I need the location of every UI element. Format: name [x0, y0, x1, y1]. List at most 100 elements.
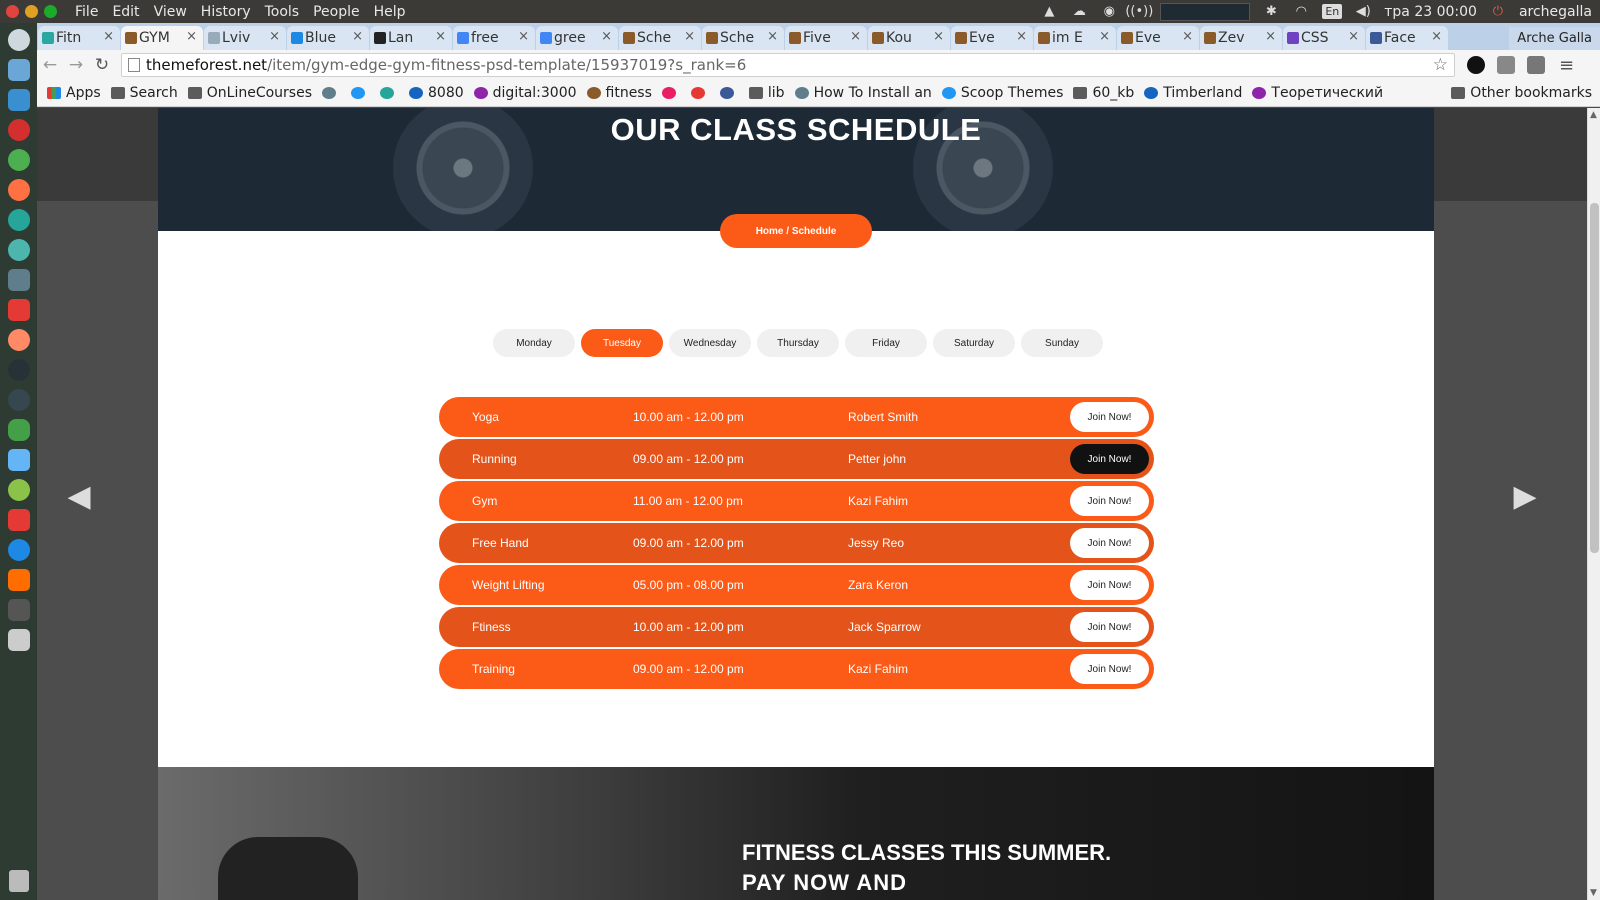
browser-tab[interactable]: Zev ×	[1200, 26, 1282, 50]
browser-tab[interactable]: im E ×	[1034, 26, 1116, 50]
bookmark-star-icon[interactable]: ☆	[1433, 55, 1448, 75]
atom-icon[interactable]	[7, 359, 30, 381]
tab-friday[interactable]: Friday	[845, 329, 927, 357]
tab-sunday[interactable]: Sunday	[1021, 329, 1103, 357]
reload-button[interactable]: ↻	[89, 55, 115, 75]
bookmark-item[interactable]: Search	[110, 85, 178, 101]
volume-icon[interactable]: ◀)	[1354, 4, 1372, 20]
extension-castle-icon[interactable]	[1527, 56, 1545, 74]
bookmark-item[interactable]: fitness	[586, 85, 652, 101]
chrome-launcher-icon[interactable]	[7, 149, 30, 171]
tab-close-icon[interactable]: ×	[1265, 29, 1276, 44]
bookmark-item[interactable]	[380, 87, 399, 99]
scroll-up-icon[interactable]: ▲	[1590, 110, 1597, 120]
cloud-icon[interactable]: ☁	[1070, 4, 1088, 20]
upwork-icon[interactable]	[7, 479, 30, 501]
user-name[interactable]: archegalla	[1519, 4, 1592, 20]
address-bar[interactable]: themeforest.net/item/gym-edge-gym-fitnes…	[121, 53, 1455, 77]
dash-icon[interactable]	[7, 29, 30, 51]
remote-desktop-icon[interactable]	[7, 449, 30, 471]
menu-tools[interactable]: Tools	[265, 4, 300, 20]
other-bookmarks[interactable]: Other bookmarks	[1451, 85, 1600, 101]
files-icon[interactable]	[7, 59, 30, 81]
extension-camera-icon[interactable]	[1497, 56, 1515, 74]
network-icon[interactable]	[7, 269, 30, 291]
chrome-menu-icon[interactable]: ≡	[1559, 55, 1574, 76]
join-now-button[interactable]: Join Now!	[1070, 444, 1149, 474]
browser-app-icon[interactable]	[7, 209, 30, 231]
tab-close-icon[interactable]: ×	[767, 29, 778, 44]
scroll-down-icon[interactable]: ▼	[1590, 888, 1597, 898]
bookmark-item[interactable]: digital:3000	[473, 85, 577, 101]
tab-close-icon[interactable]: ×	[684, 29, 695, 44]
join-now-button[interactable]: Join Now!	[1070, 486, 1149, 516]
browser-tab[interactable]: Eve ×	[1117, 26, 1199, 50]
drive-icon[interactable]: ▲	[1040, 4, 1058, 20]
profile-button[interactable]: Arche Galla	[1509, 27, 1600, 50]
browser-tab[interactable]: Sche ×	[702, 26, 784, 50]
browser-tab[interactable]: Kou ×	[868, 26, 950, 50]
bookmark-item[interactable]: OnLineCourses	[187, 85, 312, 101]
browser-tab[interactable]: Sche ×	[619, 26, 701, 50]
browser-tab[interactable]: CSS ×	[1283, 26, 1365, 50]
bookmark-item[interactable]	[661, 87, 681, 99]
ruby-icon[interactable]	[7, 299, 30, 321]
join-now-button[interactable]: Join Now!	[1070, 654, 1149, 684]
menu-help[interactable]: Help	[374, 4, 406, 20]
bookmark-item[interactable]	[690, 87, 710, 99]
editor-icon[interactable]	[7, 89, 30, 111]
postman-icon[interactable]	[7, 329, 30, 351]
bookmark-item[interactable]: 60_kb	[1073, 85, 1134, 101]
tab-close-icon[interactable]: ×	[269, 29, 280, 44]
tab-thursday[interactable]: Thursday	[757, 329, 839, 357]
bookmark-item[interactable]: lib	[748, 85, 785, 101]
join-now-button[interactable]: Join Now!	[1070, 402, 1149, 432]
menu-edit[interactable]: Edit	[112, 4, 139, 20]
menu-history[interactable]: History	[201, 4, 251, 20]
power-icon[interactable]: ⏻	[1489, 4, 1507, 20]
keyboard-layout-indicator[interactable]: En	[1322, 4, 1343, 19]
breadcrumb[interactable]: Home / Schedule	[720, 214, 872, 248]
join-now-button[interactable]: Join Now!	[1070, 570, 1149, 600]
slider-next-arrow[interactable]: ▶	[1513, 479, 1537, 514]
skype-icon[interactable]	[7, 389, 30, 411]
tab-close-icon[interactable]: ×	[601, 29, 612, 44]
tab-monday[interactable]: Monday	[493, 329, 575, 357]
document-icon[interactable]	[7, 629, 30, 651]
bookmark-item[interactable]: Apps	[47, 85, 101, 101]
wifi-icon[interactable]: ◠	[1292, 4, 1310, 20]
browser-tab[interactable]: Eve ×	[951, 26, 1033, 50]
tab-wednesday[interactable]: Wednesday	[669, 329, 751, 357]
tab-close-icon[interactable]: ×	[1182, 29, 1193, 44]
forward-button[interactable]: →	[63, 55, 89, 75]
browser-tab[interactable]: Lan ×	[370, 26, 452, 50]
bookmark-item[interactable]: Timberland	[1144, 85, 1242, 101]
presentation-icon[interactable]	[7, 509, 30, 531]
browser-tab[interactable]: Face ×	[1366, 26, 1448, 50]
tab-saturday[interactable]: Saturday	[933, 329, 1015, 357]
tab-close-icon[interactable]: ×	[1431, 29, 1442, 44]
slider-prev-arrow[interactable]: ◀	[67, 479, 91, 514]
bluetooth-icon[interactable]: ✱	[1262, 4, 1280, 20]
clock[interactable]: тра 23 00:00	[1384, 4, 1477, 20]
tab-close-icon[interactable]: ×	[1099, 29, 1110, 44]
browser-tab[interactable]: Lviv ×	[204, 26, 286, 50]
hotspot-icon[interactable]: ((•))	[1125, 4, 1153, 20]
scrollbar-thumb[interactable]	[1590, 203, 1599, 553]
globe-icon[interactable]	[7, 539, 30, 561]
chrome-icon[interactable]: ◉	[1100, 4, 1118, 20]
browser-tab[interactable]: Five ×	[785, 26, 867, 50]
tab-close-icon[interactable]: ×	[518, 29, 529, 44]
extension-dark-icon[interactable]	[1467, 56, 1485, 74]
firefox-icon[interactable]	[7, 179, 30, 201]
minimize-window-button[interactable]	[25, 5, 38, 18]
tab-close-icon[interactable]: ×	[103, 29, 114, 44]
opera-icon[interactable]	[7, 119, 30, 141]
tab-tuesday[interactable]: Tuesday	[581, 329, 663, 357]
app-icon[interactable]	[7, 239, 30, 261]
tab-close-icon[interactable]: ×	[435, 29, 446, 44]
bookmark-item[interactable]: Теоретический	[1252, 85, 1383, 101]
tab-close-icon[interactable]: ×	[1016, 29, 1027, 44]
bookmark-item[interactable]: How To Install an	[794, 85, 932, 101]
page-scrollbar[interactable]: ▲ ▼	[1587, 108, 1600, 900]
